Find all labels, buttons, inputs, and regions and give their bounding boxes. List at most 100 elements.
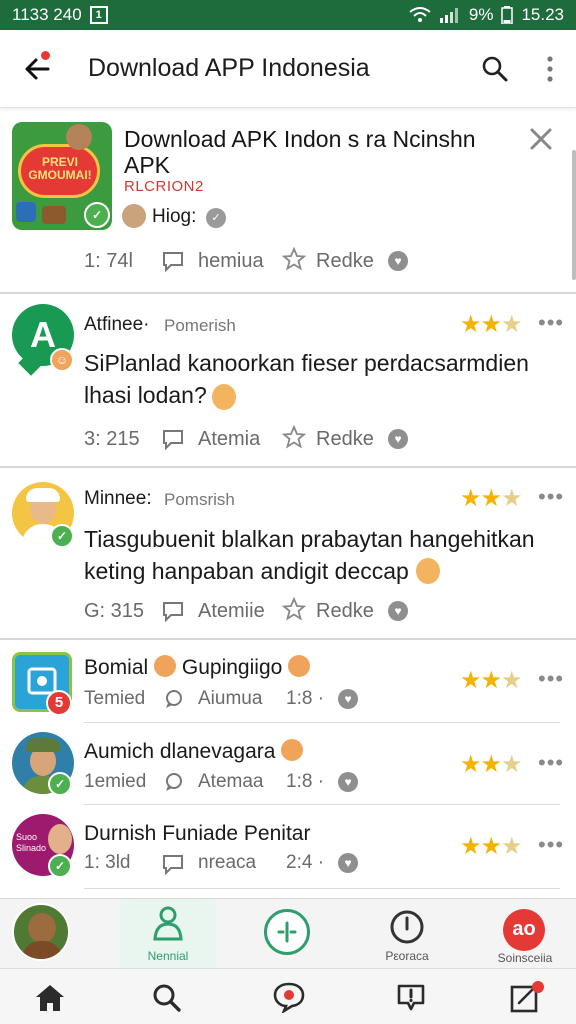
- close-icon: [530, 128, 552, 150]
- verified-badge-icon: ✓: [84, 202, 110, 228]
- verified-badge-icon: ✓: [48, 772, 72, 796]
- star-outline-icon[interactable]: [281, 424, 307, 454]
- sim-icon: 1: [89, 6, 108, 24]
- nav-alert-button[interactable]: [394, 981, 428, 1018]
- verified-badge-icon: ✓: [50, 524, 74, 548]
- post-card[interactable]: A ☺ Atfinee· Pomerish ★★★ ••• SiPlanlad …: [0, 294, 576, 466]
- search-icon: [153, 984, 181, 1012]
- page-title: Download APP Indonesia: [88, 54, 370, 82]
- list-item[interactable]: 5 Bomial Gupingiigo Temied Aiumua 1:8 · …: [0, 642, 576, 722]
- list-item-more-button[interactable]: •••: [538, 832, 564, 858]
- list-item-comment-label[interactable]: Aiumua: [198, 688, 262, 710]
- clock-icon: [390, 910, 424, 944]
- post-text-line1: SiPlanlad kanoorkan fieser perdacsarmdie…: [84, 350, 529, 376]
- battery-icon: [501, 6, 514, 24]
- list-item-title: Bomial: [84, 656, 149, 679]
- scrollbar[interactable]: [572, 150, 576, 280]
- comment-icon[interactable]: [162, 600, 184, 627]
- heart-icon[interactable]: ♥: [388, 601, 408, 621]
- comment-icon[interactable]: [162, 250, 184, 277]
- post-comment-label[interactable]: Atemiie: [198, 600, 265, 623]
- post-count: 3: 215: [84, 428, 140, 450]
- status-bar: 1133 240 1 9% 15.23: [0, 0, 576, 30]
- post-author-name[interactable]: Atfinee·: [84, 314, 149, 336]
- search-icon: [482, 56, 508, 82]
- star-outline-icon[interactable]: [281, 246, 307, 276]
- post-card[interactable]: ✓ Minnee: Pomsrish ★★★ ••• Tiasgubuenit …: [0, 468, 576, 638]
- list-item[interactable]: Suoo Slinado ✓ Durnish Funiade Penitar 1…: [0, 806, 576, 890]
- featured-tag: RLCRION2: [124, 178, 204, 195]
- tab-home[interactable]: Nennial: [120, 899, 216, 969]
- list-item[interactable]: ✓ Aumich dlanevagara 1emied Atemaa 1:8 ·…: [0, 724, 576, 804]
- list-item-more-button[interactable]: •••: [538, 750, 564, 776]
- close-button[interactable]: [528, 126, 554, 152]
- list-item-time: 1:8 ·: [286, 688, 325, 709]
- comment-icon[interactable]: [164, 772, 184, 797]
- featured-comment-label[interactable]: hemiua: [198, 250, 264, 273]
- featured-author: Hiog:: [152, 206, 197, 227]
- heart-icon[interactable]: ♥: [388, 251, 408, 271]
- list-item-comment-label[interactable]: nreaca: [198, 852, 256, 874]
- nav-chat-button[interactable]: [272, 981, 306, 1018]
- tab-explore[interactable]: Pεoraca: [362, 899, 452, 969]
- tab-notifications[interactable]: ao Soinsceiia: [480, 899, 570, 969]
- list-item-sub: Temied: [84, 688, 146, 709]
- nav-home-button[interactable]: [34, 983, 66, 1018]
- comment-icon[interactable]: [162, 853, 184, 880]
- rating-stars: ★★★: [460, 751, 523, 778]
- navigation-bar: [0, 968, 576, 1024]
- post-like-label[interactable]: Redke: [316, 428, 374, 451]
- heart-icon[interactable]: ♥: [338, 772, 358, 792]
- post-like-label[interactable]: Redke: [316, 600, 374, 623]
- heart-icon[interactable]: ♥: [338, 853, 358, 873]
- post-author-name[interactable]: Minnee:: [84, 488, 152, 510]
- post-comment-label[interactable]: Atemia: [198, 428, 260, 451]
- comment-icon[interactable]: [162, 428, 184, 455]
- back-button[interactable]: [18, 50, 58, 84]
- rating-stars: ★★★: [460, 833, 523, 860]
- list-item-title: Aumich dlanevagara: [84, 740, 276, 763]
- featured-app-icon-text: PREVI GMOUMAI!: [28, 155, 92, 182]
- alert-icon: [397, 984, 425, 1011]
- person-icon: [153, 906, 183, 941]
- signal-icon: [439, 8, 458, 23]
- emoji-icon: [288, 655, 311, 678]
- nav-compose-button[interactable]: [508, 979, 548, 1020]
- list-item-sub: 1emied: [84, 771, 147, 792]
- post-more-button[interactable]: •••: [538, 484, 564, 510]
- author-avatar: [122, 204, 146, 228]
- tab-profile[interactable]: [12, 903, 70, 961]
- author-status-icon: ✓: [206, 208, 226, 228]
- divider: [84, 722, 560, 723]
- emoji-icon: [154, 655, 177, 678]
- featured-title-line2: APK: [124, 152, 171, 178]
- heart-icon[interactable]: ♥: [338, 689, 358, 709]
- tab-center-action[interactable]: [264, 909, 310, 955]
- tab-label: Pεoraca: [385, 949, 429, 963]
- search-button[interactable]: [478, 52, 512, 86]
- verified-badge-icon: ✓: [48, 854, 72, 878]
- featured-like-label[interactable]: Redke: [316, 250, 374, 273]
- featured-card[interactable]: PREVI GMOUMAI! ✓ Download APK Indon s ra…: [0, 108, 576, 292]
- post-author-handle: Pomerish: [164, 316, 236, 335]
- more-menu-button[interactable]: [538, 52, 562, 86]
- battery-percent: 9%: [468, 5, 494, 24]
- notifications-badge: ao: [503, 909, 545, 951]
- post-more-button[interactable]: •••: [538, 310, 564, 336]
- post-count: G: 315: [84, 600, 145, 622]
- center-action-icon: [277, 921, 297, 943]
- emoji-icon: [416, 558, 440, 584]
- star-outline-icon[interactable]: [281, 596, 307, 626]
- avatar-badge-icon: ☺: [50, 348, 74, 372]
- list-item-more-button[interactable]: •••: [538, 666, 564, 692]
- divider: [84, 804, 560, 805]
- nav-search-button[interactable]: [152, 983, 182, 1018]
- heart-icon[interactable]: ♥: [388, 429, 408, 449]
- post-text-line1: Tiasgubuenit blalkan prabaytan hangehitk…: [84, 526, 535, 552]
- comment-icon[interactable]: [164, 689, 184, 714]
- list-item-comment-label[interactable]: Atemaa: [198, 771, 263, 793]
- divider: [84, 888, 560, 889]
- notification-dot: [41, 51, 50, 60]
- post-text-line2: keting hanpaban andigit deccap: [84, 558, 409, 584]
- bottom-tab-bar: Nennial Pεoraca ao Soinsceiia: [0, 898, 576, 969]
